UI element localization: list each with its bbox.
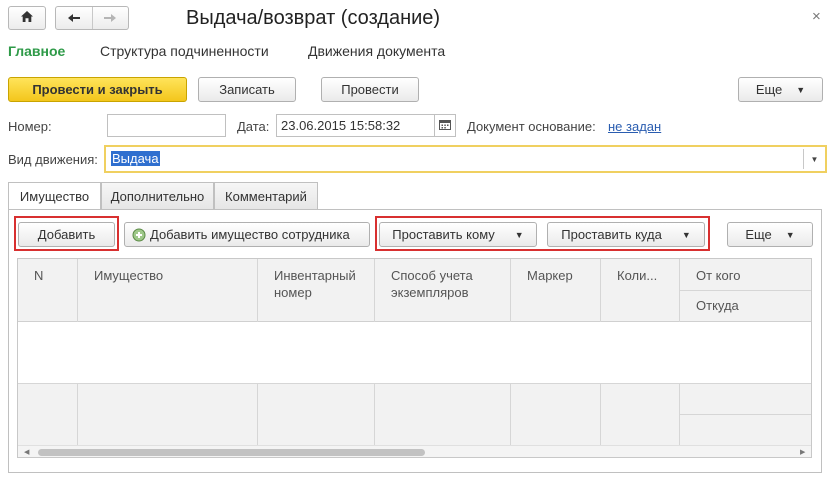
page-title: Выдача/возврат (создание) <box>186 7 441 29</box>
save-button[interactable]: Записать <box>198 77 296 102</box>
set-where-label: Проставить куда <box>561 227 662 242</box>
post-label: Провести <box>341 82 399 97</box>
basis-link[interactable]: не задан <box>608 119 661 134</box>
save-label: Записать <box>219 82 275 97</box>
movement-label: Вид движения: <box>8 152 98 167</box>
post-and-close-button[interactable]: Провести и закрыть <box>8 77 187 102</box>
table-header: N Имущество Инвентарный номер Способ уче… <box>18 259 811 322</box>
tab-property[interactable]: Имущество <box>8 182 101 210</box>
home-button[interactable] <box>8 6 46 30</box>
footer-cell <box>258 384 375 446</box>
post-button[interactable]: Провести <box>321 77 419 102</box>
back-button[interactable] <box>56 7 92 29</box>
col-number[interactable]: N <box>18 259 78 322</box>
nav-tab-movements[interactable]: Движения документа <box>308 43 445 59</box>
nav-tab-main[interactable]: Главное <box>8 43 65 59</box>
tab-additional[interactable]: Дополнительно <box>101 182 214 209</box>
calendar-icon <box>439 118 451 133</box>
add-employee-property-button[interactable]: Добавить имущество сотрудника <box>124 222 370 247</box>
nav-tab-structure[interactable]: Структура подчиненности <box>100 43 269 59</box>
add-label: Добавить <box>37 227 96 242</box>
basis-label: Документ основание: <box>467 119 596 134</box>
scrollbar-thumb[interactable] <box>38 449 425 456</box>
set-where-button[interactable]: Проставить куда ▼ <box>547 222 705 247</box>
caret-down-icon: ▼ <box>681 229 691 240</box>
footer-cell <box>601 384 680 446</box>
footer-cell <box>680 384 811 446</box>
arrow-left-icon <box>67 11 81 26</box>
date-input[interactable]: 23.06.2015 15:58:32 <box>276 114 435 137</box>
col-property[interactable]: Имущество <box>78 259 258 322</box>
footer-cell <box>511 384 601 446</box>
col-from-where[interactable]: Откуда <box>680 290 811 321</box>
scroll-left-icon[interactable]: ◀ <box>24 448 29 456</box>
more-label: Еще <box>755 82 783 97</box>
calendar-button[interactable] <box>434 114 456 137</box>
more-button[interactable]: Еще ▼ <box>738 77 823 102</box>
col-quantity[interactable]: Коли... <box>601 259 680 322</box>
movement-value: Выдача <box>111 151 160 166</box>
add-employee-property-icon <box>132 228 146 242</box>
date-label: Дата: <box>237 119 270 134</box>
footer-cell <box>18 384 78 446</box>
tab-comment[interactable]: Комментарий <box>214 182 318 209</box>
arrow-right-icon <box>103 11 117 26</box>
col-marker[interactable]: Маркер <box>511 259 601 322</box>
history-nav <box>55 6 129 30</box>
post-and-close-label: Провести и закрыть <box>32 82 163 97</box>
table-more-label: Еще <box>745 227 772 242</box>
number-label: Номер: <box>8 119 52 134</box>
set-whom-label: Проставить кому <box>392 227 495 242</box>
caret-down-icon: ▼ <box>785 229 795 240</box>
footer-cell <box>78 384 258 446</box>
table-footer <box>18 383 811 446</box>
add-employee-property-label: Добавить имущество сотрудника <box>150 227 350 242</box>
scroll-right-icon[interactable]: ▶ <box>800 448 805 456</box>
close-icon[interactable]: × <box>812 8 821 25</box>
caret-down-icon: ▼ <box>514 229 524 240</box>
dropdown-arrow-icon[interactable]: ▼ <box>803 149 825 169</box>
home-icon <box>20 10 34 26</box>
footer-cell <box>375 384 511 446</box>
movement-select[interactable]: Выдача ▼ <box>104 145 827 173</box>
property-table[interactable]: N Имущество Инвентарный номер Способ уче… <box>17 258 812 458</box>
table-more-button[interactable]: Еще ▼ <box>727 222 813 247</box>
add-button[interactable]: Добавить <box>18 222 115 247</box>
horizontal-scrollbar[interactable]: ◀ ▶ <box>18 445 811 457</box>
number-input[interactable] <box>107 114 226 137</box>
caret-down-icon: ▼ <box>796 84 806 95</box>
forward-button[interactable] <box>91 7 128 29</box>
col-accounting-method[interactable]: Способ учета экземпляров <box>375 259 511 322</box>
set-whom-button[interactable]: Проставить кому ▼ <box>379 222 537 247</box>
col-inventory-number[interactable]: Инвентарный номер <box>258 259 375 322</box>
